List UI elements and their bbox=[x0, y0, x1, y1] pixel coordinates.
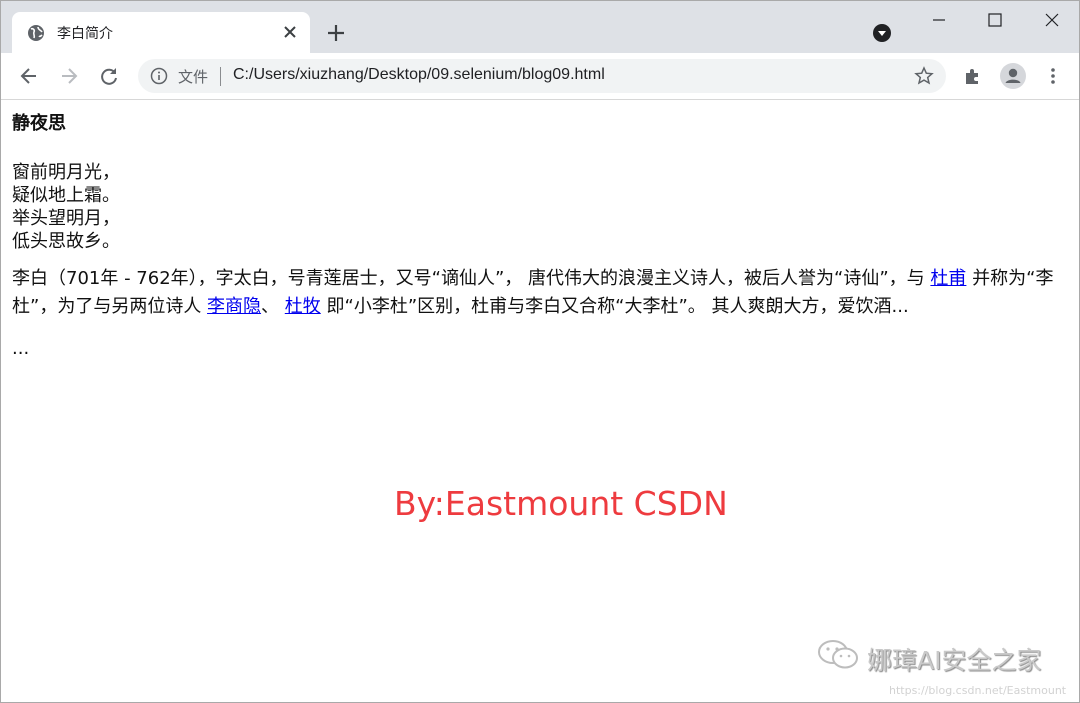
link-du-mu[interactable]: 杜牧 bbox=[285, 296, 321, 317]
poem-line: 低头思故乡。 bbox=[12, 231, 120, 252]
toolbar: 文件 C:/Users/xiuzhang/Desktop/09.selenium… bbox=[1, 53, 1079, 100]
browser-window: 李白简介 文件 C:/Users/xiuzhang/Desktop/09.sel… bbox=[0, 0, 1080, 703]
info-icon[interactable] bbox=[150, 67, 168, 85]
menu-dots-icon[interactable] bbox=[1042, 65, 1064, 87]
close-window-icon[interactable] bbox=[1041, 9, 1063, 31]
wechat-icon bbox=[818, 640, 858, 669]
close-icon[interactable] bbox=[281, 23, 299, 41]
avatar-icon[interactable] bbox=[1000, 63, 1026, 89]
link-li-shangyin[interactable]: 李商隐 bbox=[207, 296, 261, 317]
plus-icon[interactable] bbox=[324, 21, 348, 45]
minimize-icon[interactable] bbox=[928, 9, 950, 31]
poem-line: 窗前明月光， bbox=[12, 162, 120, 183]
extensions-icon[interactable] bbox=[962, 65, 984, 87]
bio-text: 李白（701年 - 762年），字太白，号青莲居士，又号“谪仙人”， 唐代伟大的… bbox=[12, 268, 931, 289]
maximize-icon[interactable] bbox=[984, 9, 1006, 31]
link-du-fu[interactable]: 杜甫 bbox=[930, 268, 966, 289]
avatar-glyph bbox=[1005, 68, 1021, 83]
ellipsis-text: ... bbox=[12, 338, 30, 359]
back-arrow-icon[interactable] bbox=[18, 65, 40, 87]
page-content: 静夜思 窗前明月光， 疑似地上霜。 举头望明月， 低头思故乡。 李白（701年 … bbox=[12, 111, 1070, 376]
url-text[interactable]: C:/Users/xiuzhang/Desktop/09.selenium/bl… bbox=[233, 66, 605, 84]
poem: 窗前明月光， 疑似地上霜。 举头望明月， 低头思故乡。 bbox=[12, 161, 1070, 253]
bio-text: 即“小李杜”区别，杜甫与李白又合称“大李杜”。 其人爽朗大方，爱饮酒... bbox=[320, 296, 909, 317]
scheme-label: 文件 bbox=[178, 68, 209, 86]
bio-paragraph: 李白（701年 - 762年），字太白，号青莲居士，又号“谪仙人”， 唐代伟大的… bbox=[12, 265, 1070, 321]
brand-label: 娜璋AI安全之家 bbox=[867, 646, 1042, 675]
poem-line: 举头望明月， bbox=[12, 208, 120, 229]
poem-line: 疑似地上霜。 bbox=[12, 185, 120, 206]
tab-active[interactable]: 李白简介 bbox=[12, 12, 310, 53]
chevron-down-icon[interactable] bbox=[872, 23, 892, 43]
tab-title: 李白简介 bbox=[57, 26, 113, 42]
globe-icon bbox=[28, 25, 44, 41]
tab-strip: 李白简介 bbox=[1, 1, 1079, 53]
address-separator bbox=[220, 67, 221, 86]
bio-text: 、 bbox=[261, 296, 285, 317]
credit-label: https://blog.csdn.net/Eastmount bbox=[889, 684, 1067, 697]
watermark: By:Eastmount CSDN bbox=[394, 484, 728, 523]
reload-icon[interactable] bbox=[98, 65, 120, 87]
address-bar[interactable]: 文件 C:/Users/xiuzhang/Desktop/09.selenium… bbox=[138, 59, 946, 93]
page-title: 静夜思 bbox=[12, 113, 66, 134]
star-icon[interactable] bbox=[914, 66, 934, 86]
forward-arrow-icon[interactable] bbox=[58, 65, 80, 87]
